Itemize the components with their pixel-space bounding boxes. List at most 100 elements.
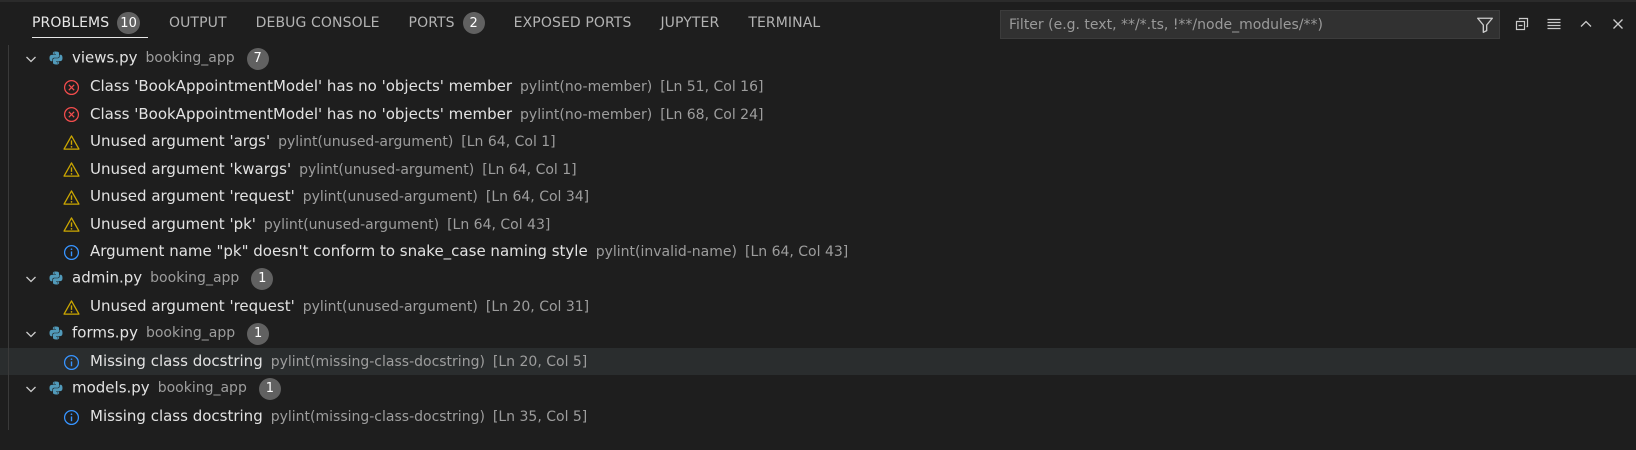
file-problem-count-badge: 1	[258, 377, 281, 400]
file-group-row[interactable]: forms.py booking_app 1	[0, 320, 1636, 348]
chevron-down-icon[interactable]	[23, 271, 39, 287]
file-name: models.py	[72, 378, 150, 397]
problem-text: Unused argument 'kwargs' pylint(unused-ar…	[90, 160, 577, 178]
problem-message: Class 'BookAppointmentModel' has no 'obj…	[90, 77, 513, 96]
problem-location: [Ln 64, Col 43]	[744, 244, 849, 261]
tab-label: PORTS	[408, 15, 455, 31]
ports-count-badge: 2	[462, 12, 485, 34]
file-group-row[interactable]: admin.py booking_app 1	[0, 265, 1636, 293]
problem-row[interactable]: Unused argument 'kwargs' pylint(unused-ar…	[0, 155, 1636, 183]
indent-guide	[8, 155, 9, 183]
file-label: admin.py booking_app 1	[72, 267, 274, 290]
file-name: admin.py	[72, 268, 143, 287]
problem-location: [Ln 64, Col 1]	[482, 161, 577, 178]
info-icon	[63, 409, 80, 426]
problem-source: pylint(unused-argument)	[263, 216, 440, 233]
problem-message: Argument name "pk" doesn't conform to sn…	[90, 242, 588, 261]
chevron-up-icon[interactable]	[1572, 10, 1600, 38]
close-icon[interactable]	[1604, 10, 1632, 38]
tab-terminal[interactable]: TERMINAL	[740, 0, 828, 46]
indent-guide	[8, 237, 9, 265]
tab-jupyter[interactable]: JUPYTER	[652, 0, 727, 46]
indent-guide	[8, 292, 9, 320]
python-file-icon	[48, 50, 64, 66]
problem-location: [Ln 64, Col 1]	[461, 134, 556, 151]
tab-debug-console[interactable]: DEBUG CONSOLE	[248, 0, 388, 46]
tab-problems[interactable]: PROBLEMS 10	[24, 0, 148, 46]
warning-icon	[63, 134, 80, 151]
problem-location: [Ln 64, Col 43]	[447, 216, 551, 233]
problem-message: Unused argument 'kwargs'	[90, 159, 292, 178]
python-file-icon	[48, 325, 64, 341]
problem-text: Missing class docstring pylint(missing-cl…	[90, 352, 587, 370]
problem-row[interactable]: Class 'BookAppointmentModel' has no 'obj…	[0, 72, 1636, 100]
indent-guide	[8, 402, 9, 430]
file-problem-count-badge: 1	[251, 267, 274, 290]
indent-guide	[8, 100, 9, 128]
python-file-icon	[48, 270, 64, 286]
problem-row[interactable]: Unused argument 'request' pylint(unused-a…	[0, 292, 1636, 320]
problem-text: Unused argument 'args' pylint(unused-argu…	[90, 132, 556, 150]
problem-source: pylint(invalid-name)	[595, 244, 737, 261]
warning-icon	[63, 161, 80, 178]
problem-row[interactable]: Unused argument 'args' pylint(unused-argu…	[0, 127, 1636, 155]
list-view-icon[interactable]	[1540, 10, 1568, 38]
problem-location: [Ln 64, Col 34]	[485, 189, 590, 206]
problem-message: Unused argument 'args'	[90, 132, 271, 151]
problem-source: pylint(unused-argument)	[302, 189, 478, 206]
panel-actions	[1508, 10, 1632, 38]
warning-icon	[63, 216, 80, 233]
info-icon	[63, 244, 80, 261]
panel-tabs: PROBLEMS 10 OUTPUT DEBUG CONSOLE PORTS 2…	[24, 0, 841, 46]
file-group-row[interactable]: models.py booking_app 1	[0, 375, 1636, 403]
problem-row[interactable]: Class 'BookAppointmentModel' has no 'obj…	[0, 100, 1636, 128]
problem-source: pylint(unused-argument)	[302, 299, 478, 316]
python-file-icon	[48, 380, 64, 396]
problems-filter-input[interactable]	[1001, 11, 1471, 38]
file-name: views.py	[72, 48, 138, 67]
problem-text: Argument name "pk" doesn't conform to sn…	[90, 242, 848, 260]
chevron-down-icon[interactable]	[23, 51, 39, 67]
indent-guide	[8, 347, 9, 375]
indent-guide	[8, 127, 9, 155]
problem-text: Missing class docstring pylint(missing-cl…	[90, 407, 587, 425]
problem-message: Missing class docstring	[90, 352, 263, 371]
file-folder: booking_app	[145, 50, 235, 67]
problem-message: Missing class docstring	[90, 407, 263, 426]
problem-source: pylint(unused-argument)	[299, 161, 475, 178]
problem-text: Class 'BookAppointmentModel' has no 'obj…	[90, 77, 763, 95]
file-group-row[interactable]: views.py booking_app 7	[0, 45, 1636, 73]
indent-guide	[8, 265, 9, 293]
problem-row[interactable]: Unused argument 'pk' pylint(unused-argume…	[0, 210, 1636, 238]
file-label: models.py booking_app 1	[72, 377, 281, 400]
tab-ports[interactable]: PORTS 2	[401, 0, 493, 46]
problem-text: Unused argument 'pk' pylint(unused-argume…	[90, 215, 550, 233]
problems-tree: views.py booking_app 7 Class 'BookAppointme…	[0, 45, 1636, 430]
file-folder: booking_app	[157, 380, 247, 397]
collapse-all-icon[interactable]	[1508, 10, 1536, 38]
filter-icon[interactable]	[1471, 11, 1499, 39]
indent-guide	[8, 320, 9, 348]
problem-source: pylint(missing-class-docstring)	[270, 354, 485, 371]
problem-message: Unused argument 'request'	[90, 297, 295, 316]
tab-exposed-ports[interactable]: EXPOSED PORTS	[506, 0, 640, 46]
problem-source: pylint(unused-argument)	[278, 134, 454, 151]
problem-row[interactable]: Missing class docstring pylint(missing-cl…	[0, 347, 1636, 375]
info-icon	[63, 354, 80, 371]
problem-text: Unused argument 'request' pylint(unused-a…	[90, 187, 589, 205]
problem-row[interactable]: Argument name "pk" doesn't conform to sn…	[0, 237, 1636, 265]
problem-text: Class 'BookAppointmentModel' has no 'obj…	[90, 105, 763, 123]
chevron-down-icon[interactable]	[23, 326, 39, 342]
file-folder: booking_app	[145, 325, 236, 342]
problem-row[interactable]: Unused argument 'request' pylint(unused-a…	[0, 182, 1636, 210]
problem-location: [Ln 68, Col 24]	[660, 106, 764, 123]
problem-row[interactable]: Missing class docstring pylint(missing-cl…	[0, 402, 1636, 430]
problem-message: Unused argument 'pk'	[90, 214, 256, 233]
problem-location: [Ln 51, Col 16]	[660, 79, 764, 96]
tab-output[interactable]: OUTPUT	[161, 0, 235, 46]
file-name: forms.py	[72, 323, 138, 342]
chevron-down-icon[interactable]	[23, 381, 39, 397]
indent-guide	[8, 375, 9, 403]
problem-source: pylint(no-member)	[520, 106, 653, 123]
tab-label: PROBLEMS	[32, 15, 110, 31]
